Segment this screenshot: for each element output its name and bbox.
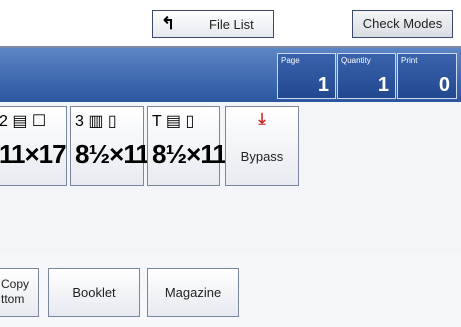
- print-counter: Print 0: [397, 53, 457, 99]
- tray-3-size: 8½×11: [75, 139, 150, 169]
- tray-t-icons: T ▤ ▯: [152, 113, 195, 130]
- tray-2-button[interactable]: 2 ▤ ☐ 11×17: [0, 106, 67, 186]
- page-counter-value: 1: [317, 74, 329, 96]
- tray-2-icons: 2 ▤ ☐: [0, 113, 47, 130]
- magazine-button[interactable]: Magazine: [147, 268, 239, 317]
- return-arrow-icon: ↰: [161, 14, 176, 33]
- booklet-button[interactable]: Booklet: [48, 268, 140, 317]
- print-counter-label: Print: [401, 56, 418, 65]
- tray-t-size: 8½×11: [152, 139, 227, 169]
- page-counter: Page 1: [277, 53, 336, 99]
- file-list-button[interactable]: ↰ File List: [152, 10, 274, 38]
- page-counter-label: Page: [281, 56, 300, 65]
- file-list-label: File List: [209, 17, 254, 32]
- print-counter-value: 0: [438, 74, 450, 96]
- tray-2-size: 11×17: [0, 139, 67, 169]
- quantity-counter-value: 1: [377, 74, 389, 96]
- bypass-label: Bypass: [240, 149, 284, 164]
- copy-bottom-button[interactable]: Copy ttom: [0, 268, 39, 317]
- bypass-tray-icon: ⤓: [258, 111, 266, 128]
- tray-t-button[interactable]: T ▤ ▯ 8½×11: [147, 106, 227, 186]
- copy-bottom-label-line1: Copy: [1, 277, 30, 291]
- bypass-button[interactable]: ⤓ Bypass: [225, 106, 299, 186]
- tray-3-button[interactable]: 3 ▥ ▯ 8½×11: [70, 106, 150, 186]
- copy-bottom-label-line2: ttom: [1, 292, 25, 306]
- check-modes-button[interactable]: Check Modes: [352, 10, 453, 38]
- quantity-counter-label: Quantity: [341, 56, 371, 65]
- quantity-counter: Quantity 1: [337, 53, 396, 99]
- tray-3-icons: 3 ▥ ▯: [75, 113, 117, 130]
